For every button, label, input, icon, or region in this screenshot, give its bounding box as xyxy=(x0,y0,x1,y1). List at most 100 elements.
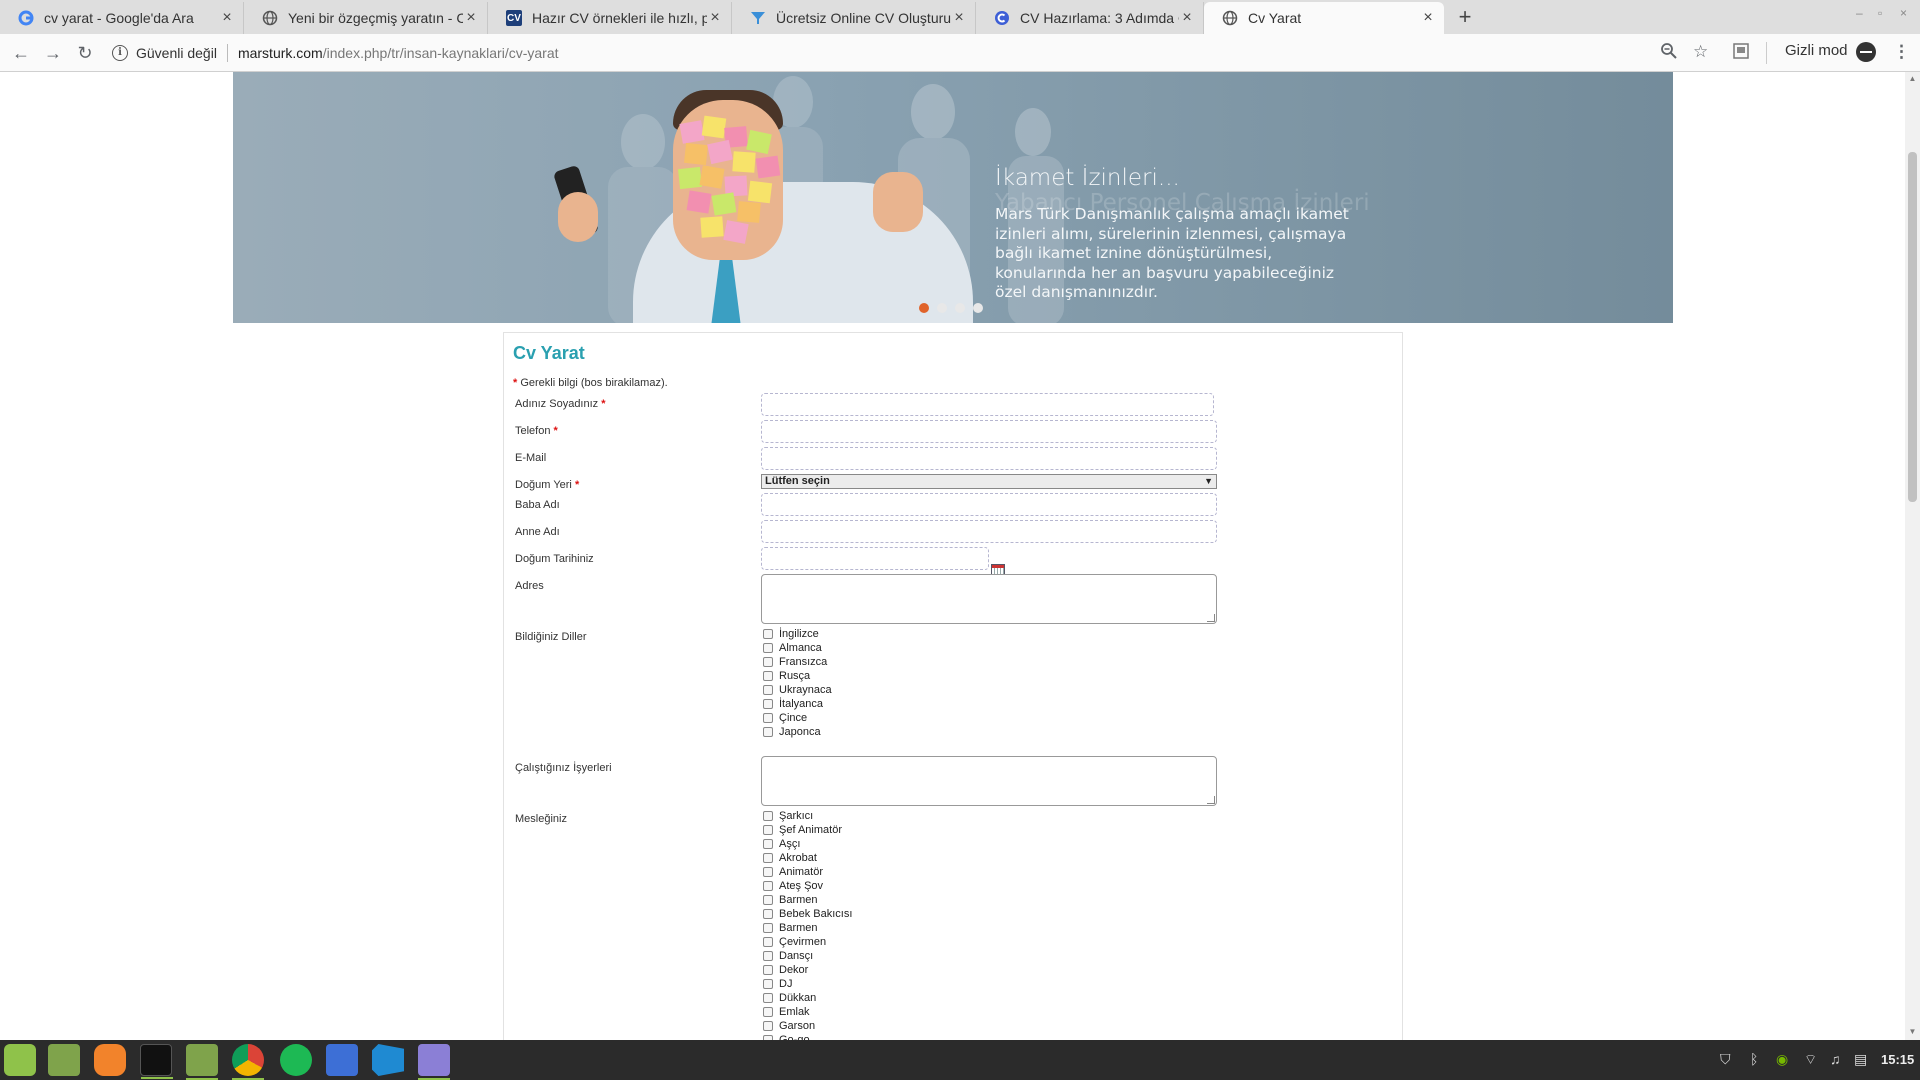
checkbox[interactable] xyxy=(763,657,773,667)
mint-menu-icon[interactable] xyxy=(4,1044,36,1076)
chrome-icon[interactable] xyxy=(232,1044,264,1080)
checkbox[interactable] xyxy=(763,643,773,653)
profession-option[interactable]: Dekor xyxy=(763,963,852,977)
tab-yeni-ozgecmis[interactable]: Yeni bir özgeçmiş yaratın - CV × xyxy=(244,2,488,34)
checkbox[interactable] xyxy=(763,937,773,947)
profession-option[interactable]: Dansçı xyxy=(763,949,852,963)
checkbox[interactable] xyxy=(763,671,773,681)
close-icon[interactable]: × xyxy=(463,9,479,27)
checkbox[interactable] xyxy=(763,685,773,695)
profession-option[interactable]: Şarkıcı xyxy=(763,809,852,823)
profession-option[interactable]: DJ xyxy=(763,977,852,991)
checkbox[interactable] xyxy=(763,1007,773,1017)
checkbox[interactable] xyxy=(763,881,773,891)
page-scrollbar[interactable]: ▲ ▼ xyxy=(1905,72,1920,1040)
profession-option[interactable]: Bebek Bakıcısı xyxy=(763,907,852,921)
firefox-icon[interactable] xyxy=(94,1044,126,1076)
scroll-thumb[interactable] xyxy=(1908,152,1917,502)
bluetooth-icon[interactable]: ᛒ xyxy=(1750,1051,1758,1067)
profession-option[interactable]: Emlak xyxy=(763,1005,852,1019)
profession-option[interactable]: Şef Animatör xyxy=(763,823,852,837)
profession-option[interactable]: Akrobat xyxy=(763,851,852,865)
checkbox[interactable] xyxy=(763,825,773,835)
maximize-icon[interactable]: ▫ xyxy=(1878,6,1882,20)
close-icon[interactable]: × xyxy=(951,9,967,27)
close-icon[interactable]: × xyxy=(1179,9,1195,27)
close-icon[interactable]: × xyxy=(1420,9,1436,27)
father-name-field[interactable] xyxy=(761,493,1217,516)
file-manager-icon[interactable] xyxy=(186,1044,218,1080)
window-close-icon[interactable]: × xyxy=(1900,6,1907,20)
phone-field[interactable] xyxy=(761,420,1217,443)
slider-dot[interactable] xyxy=(919,303,929,313)
checkbox[interactable] xyxy=(763,965,773,975)
shield-icon[interactable]: ⛉ xyxy=(1720,1051,1731,1068)
language-option[interactable]: Fransızca xyxy=(763,655,832,669)
wifi-icon[interactable]: ⌔ xyxy=(1804,1051,1817,1069)
bookmark-star-icon[interactable]: ☆ xyxy=(1693,42,1708,64)
tab-cv-hazirlama[interactable]: CV Hazırlama: 3 Adımda Özge × xyxy=(976,2,1204,34)
extension-icon[interactable] xyxy=(1733,42,1749,64)
address-bar[interactable]: i Güvenli değil marsturk.com /index.php/… xyxy=(112,39,1652,67)
address-textarea[interactable] xyxy=(761,574,1217,624)
incognito-label[interactable]: Gizli mod xyxy=(1785,42,1848,59)
profession-option[interactable]: Barmen xyxy=(763,921,852,935)
profession-option[interactable]: Garson xyxy=(763,1019,852,1033)
menu-icon[interactable]: ⋮ xyxy=(1893,42,1910,64)
tab-google-search[interactable]: cv yarat - Google'da Ara × xyxy=(0,2,244,34)
spotify-icon[interactable] xyxy=(280,1044,312,1076)
scroll-up-icon[interactable]: ▲ xyxy=(1908,74,1917,83)
info-icon[interactable]: i xyxy=(112,45,128,61)
birthplace-select[interactable]: Lütfen seçin ▼ xyxy=(761,474,1217,489)
checkbox[interactable] xyxy=(763,993,773,1003)
tab-cv-yarat[interactable]: Cv Yarat × xyxy=(1204,2,1444,34)
slider-dot[interactable] xyxy=(973,303,983,313)
workplaces-textarea[interactable] xyxy=(761,756,1217,806)
checkbox[interactable] xyxy=(763,839,773,849)
zoom-icon[interactable] xyxy=(1660,42,1678,64)
forward-icon[interactable]: → xyxy=(42,42,64,64)
profession-option[interactable]: Aşçı xyxy=(763,837,852,851)
clipboard-icon[interactable]: ▤ xyxy=(1854,1051,1867,1068)
scroll-down-icon[interactable]: ▼ xyxy=(1908,1027,1917,1036)
checkbox[interactable] xyxy=(763,979,773,989)
checkbox[interactable] xyxy=(763,923,773,933)
language-option[interactable]: Rusça xyxy=(763,669,832,683)
tab-hazir-cv[interactable]: CV Hazır CV örnekleri ile hızlı, pro × xyxy=(488,2,732,34)
clock[interactable]: 15:15 xyxy=(1881,1052,1914,1067)
checkbox[interactable] xyxy=(763,713,773,723)
checkbox[interactable] xyxy=(763,699,773,709)
close-icon[interactable]: × xyxy=(707,9,723,27)
profession-option[interactable]: Go-go xyxy=(763,1033,852,1040)
name-field[interactable] xyxy=(761,393,1214,416)
slider-dot[interactable] xyxy=(955,303,965,313)
language-option[interactable]: Ukraynaca xyxy=(763,683,832,697)
language-option[interactable]: İtalyanca xyxy=(763,697,832,711)
birthdate-field[interactable] xyxy=(761,547,989,570)
language-option[interactable]: Çince xyxy=(763,711,832,725)
profession-option[interactable]: Barmen xyxy=(763,893,852,907)
minimize-icon[interactable]: – xyxy=(1856,6,1863,20)
nvidia-icon[interactable]: ◉ xyxy=(1776,1051,1788,1068)
music-icon[interactable]: ♫ xyxy=(1830,1051,1841,1067)
checkbox[interactable] xyxy=(763,629,773,639)
vscode-icon[interactable] xyxy=(372,1044,404,1076)
email-field[interactable] xyxy=(761,447,1217,470)
checkbox[interactable] xyxy=(763,895,773,905)
mother-name-field[interactable] xyxy=(761,520,1217,543)
checkbox[interactable] xyxy=(763,811,773,821)
profession-option[interactable]: Dükkan xyxy=(763,991,852,1005)
checkbox[interactable] xyxy=(763,909,773,919)
tab-ucretsiz-cv[interactable]: Ücretsiz Online CV Oluşturucu × xyxy=(732,2,976,34)
text-editor-icon[interactable] xyxy=(418,1044,450,1080)
checkbox[interactable] xyxy=(763,1021,773,1031)
checkbox[interactable] xyxy=(763,867,773,877)
new-tab-button[interactable]: + xyxy=(1452,4,1478,30)
language-option[interactable]: Almanca xyxy=(763,641,832,655)
profession-option[interactable]: Animatör xyxy=(763,865,852,879)
mail-icon[interactable] xyxy=(326,1044,358,1076)
checkbox[interactable] xyxy=(763,951,773,961)
checkbox[interactable] xyxy=(763,727,773,737)
files-folder-icon[interactable] xyxy=(48,1044,80,1076)
back-icon[interactable]: ← xyxy=(10,42,32,64)
